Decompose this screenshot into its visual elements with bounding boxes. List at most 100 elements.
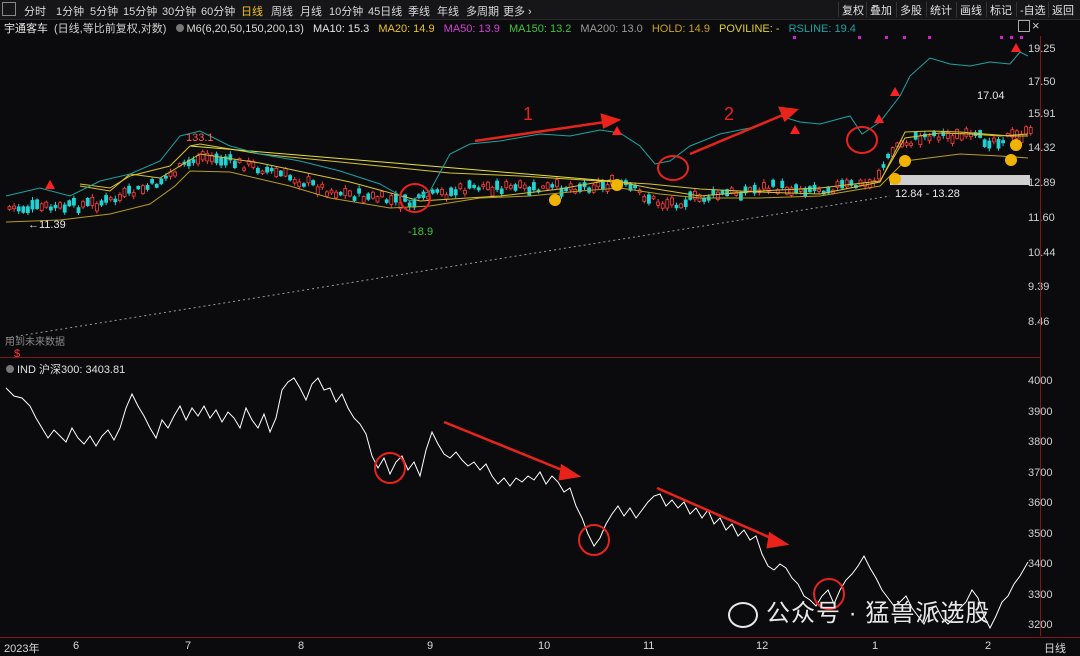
- candle-body: [301, 183, 306, 187]
- tab-15min[interactable]: 15分钟: [123, 3, 157, 19]
- price-axis-label: 8.46: [1028, 316, 1050, 328]
- candle-body: [127, 185, 131, 194]
- maximize-icon[interactable]: [1018, 20, 1030, 32]
- candle-body: [601, 181, 605, 190]
- candle-body: [762, 182, 766, 190]
- settings-dot-icon[interactable]: [175, 24, 184, 32]
- statistics-button[interactable]: 统计: [926, 2, 955, 17]
- draw-line-button[interactable]: 画线: [956, 2, 985, 17]
- candle-body: [389, 195, 394, 205]
- magenta-dot: [1020, 36, 1023, 39]
- candle-body: [904, 142, 909, 146]
- triangle-marker: [612, 126, 622, 135]
- triangle-marker: [45, 180, 55, 189]
- gold-marker: [889, 173, 901, 185]
- tab-yearly[interactable]: 年线: [437, 3, 459, 19]
- candle-body: [30, 200, 35, 210]
- candle-body: [508, 185, 513, 189]
- tab-10min[interactable]: 10分钟: [329, 3, 363, 19]
- candle-body: [513, 184, 518, 191]
- tab-monthly[interactable]: 月线: [300, 3, 322, 19]
- chart-mode: (日线,等比前复权,对数): [54, 23, 167, 35]
- candle-body: [366, 193, 371, 200]
- candle-body: [311, 180, 316, 186]
- candle-body: [380, 191, 385, 198]
- dollar-mark: $: [14, 348, 20, 357]
- highlight-range-box: [890, 175, 1030, 185]
- candle-body: [288, 175, 293, 181]
- ma-short: [79, 132, 1029, 202]
- candle-body: [453, 189, 458, 196]
- period-indicator[interactable]: 日线: [1044, 640, 1066, 656]
- watchlist-button[interactable]: -自选: [1016, 2, 1049, 17]
- candle-body: [407, 202, 412, 208]
- candle-body: [647, 194, 651, 204]
- close-icon[interactable]: ×: [1032, 18, 1040, 33]
- candle-body: [444, 194, 449, 200]
- tab-multi-period[interactable]: 多周期: [466, 3, 499, 19]
- candle-body: [840, 180, 844, 189]
- date-label: 10: [538, 640, 551, 652]
- candle-body: [485, 181, 490, 190]
- mark-button[interactable]: 标记: [986, 2, 1015, 17]
- candle-body: [154, 183, 159, 188]
- tab-1min[interactable]: 1分钟: [56, 3, 84, 19]
- candle-body: [200, 151, 205, 161]
- tab-fenshi[interactable]: 分时: [24, 3, 46, 19]
- tab-daily[interactable]: 日线: [241, 3, 263, 19]
- candle-body: [1001, 140, 1005, 144]
- candle-body: [541, 185, 545, 189]
- candle-body: [996, 139, 1001, 149]
- overlay-button[interactable]: 叠加: [866, 2, 895, 17]
- candle-body: [163, 175, 168, 179]
- annotation-circle-hs300-sep: [374, 452, 406, 484]
- tab-quarterly[interactable]: 季线: [408, 3, 430, 19]
- tab-45day[interactable]: 45日线: [368, 3, 402, 19]
- candle-body: [352, 196, 357, 201]
- candle-body: [306, 176, 311, 184]
- tab-60min[interactable]: 60分钟: [201, 3, 235, 19]
- arrow-number-2: 2: [724, 104, 734, 124]
- candle-body: [927, 135, 932, 142]
- date-label: 6: [73, 640, 80, 652]
- ma150-value: MA150: 13.2: [508, 23, 572, 35]
- candle-body: [688, 191, 693, 200]
- date-label: 2: [985, 640, 992, 652]
- triangle-marker: [890, 87, 900, 96]
- date-label: 9: [427, 640, 434, 652]
- high-label: 133.1: [186, 132, 214, 144]
- tab-30min[interactable]: 30分钟: [162, 3, 196, 19]
- window-icon[interactable]: [2, 2, 16, 16]
- candle-body: [679, 203, 683, 209]
- tab-weekly[interactable]: 周线: [271, 3, 293, 19]
- candle-body: [909, 142, 913, 146]
- candle-body: [265, 166, 270, 173]
- date-label: 1: [872, 640, 879, 652]
- wechat-icon: [728, 601, 758, 628]
- candle-body: [35, 199, 39, 209]
- back-button[interactable]: 返回: [1048, 2, 1077, 17]
- hs300-line: [5, 377, 1029, 630]
- tab-5min[interactable]: 5分钟: [90, 3, 118, 19]
- date-label: 7: [185, 640, 192, 652]
- magenta-dot: [928, 36, 931, 39]
- candle-body: [384, 199, 389, 203]
- candle-body: [462, 190, 467, 195]
- watermark-text: 公众号 · 猛兽派选股: [766, 600, 991, 627]
- candle-body: [292, 179, 297, 184]
- candle-body: [739, 191, 743, 201]
- gold-marker: [611, 179, 623, 191]
- tab-more[interactable]: 更多 ›: [503, 3, 532, 19]
- recent-high-label: 17.04: [977, 90, 1005, 102]
- candle-body: [858, 179, 863, 186]
- candle-body: [338, 191, 343, 196]
- index-axis-label: 3200: [1028, 619, 1053, 631]
- candle-body: [67, 200, 72, 207]
- gold-marker: [899, 155, 911, 167]
- candle-body: [108, 197, 113, 201]
- candle-body: [665, 199, 670, 209]
- candle-body: [651, 195, 656, 200]
- multi-stock-button[interactable]: 多股: [896, 2, 925, 17]
- restore-rights-button[interactable]: 复权: [838, 2, 867, 17]
- candle-body: [297, 181, 302, 188]
